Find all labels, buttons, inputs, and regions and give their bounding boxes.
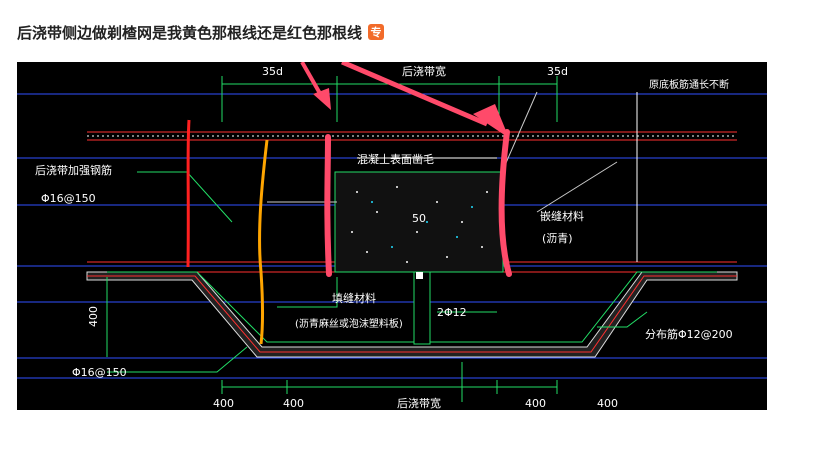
label-distribution-rebar: 分布筋Φ12@200 <box>645 327 733 341</box>
bottom-dimension-lines <box>221 380 558 394</box>
label-additional-rebar-spec: Φ16@150 <box>41 192 96 205</box>
label-floor-slab-rebar: 原底板筋通长不断 <box>649 78 729 91</box>
label-400-bottom-3: 400 <box>525 397 546 410</box>
label-concrete-surface: 混凝土表面凿毛 <box>357 152 434 166</box>
label-400-bottom-1: 400 <box>213 397 234 410</box>
question-title-row: 后浇带侧边做剃楂网是我黄色那根线还是红色那根线 专 <box>17 22 385 42</box>
red-annotation-line <box>186 119 191 268</box>
label-400-vertical: 400 <box>87 306 100 327</box>
label-dim-50: 50 <box>412 212 426 225</box>
label-rebar-2phi12: 2Φ12 <box>437 306 467 319</box>
label-post-pour-width-top: 后浇带宽 <box>402 64 446 78</box>
question-title: 后浇带侧边做剃楂网是我黄色那根线还是红色那根线 <box>17 23 363 42</box>
label-35d-right: 35d <box>547 65 568 78</box>
label-400-bottom-4: 400 <box>597 397 618 410</box>
pink-arrow-left <box>300 62 331 110</box>
expert-badge[interactable]: 专 <box>368 24 385 40</box>
label-35d-left: 35d <box>262 65 283 78</box>
cad-drawing-image: 35d 后浇带宽 35d 原底板筋通长不断 后浇带加强钢筋 Φ16@150 混凝… <box>17 62 767 410</box>
yellow-annotation-line <box>258 139 269 345</box>
label-post-pour-width-bottom: 后浇带宽 <box>397 396 441 410</box>
label-additional-rebar-title: 后浇带加强钢筋 <box>35 163 112 177</box>
label-bottom-rebar-spec: Φ16@150 <box>72 366 127 379</box>
pink-highlight-right <box>498 129 512 277</box>
cad-drawing-svg: 35d 后浇带宽 35d 原底板筋通长不断 后浇带加强钢筋 Φ16@150 混凝… <box>17 62 767 410</box>
label-filler-material-note: (沥青麻丝或泡沫塑料板) <box>295 317 403 330</box>
label-400-bottom-2: 400 <box>283 397 304 410</box>
waterstop-column <box>413 271 431 345</box>
pink-highlight-left <box>324 134 332 277</box>
pit-structure <box>86 271 738 358</box>
label-sealing-material-note: (沥青) <box>542 232 573 245</box>
label-filler-material: 填缝材料 <box>332 291 376 305</box>
label-sealing-material: 嵌缝材料 <box>540 209 584 223</box>
